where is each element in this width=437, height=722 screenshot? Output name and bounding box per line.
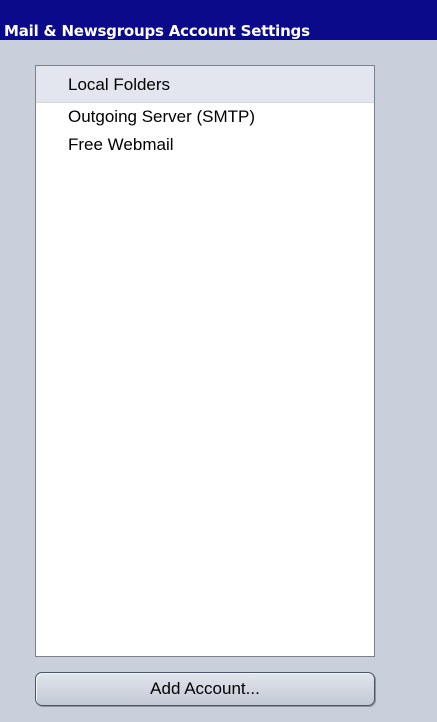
- window-title: Mail & Newsgroups Account Settings: [0, 0, 437, 40]
- account-item-outgoing-server[interactable]: Outgoing Server (SMTP): [36, 103, 374, 131]
- account-item-free-webmail[interactable]: Free Webmail: [36, 131, 374, 159]
- account-settings-window: Mail & Newsgroups Account Settings Local…: [0, 0, 437, 722]
- account-item-local-folders[interactable]: Local Folders: [36, 66, 374, 103]
- add-account-button[interactable]: Add Account...: [35, 672, 375, 706]
- account-list[interactable]: Local Folders Outgoing Server (SMTP) Fre…: [35, 65, 375, 657]
